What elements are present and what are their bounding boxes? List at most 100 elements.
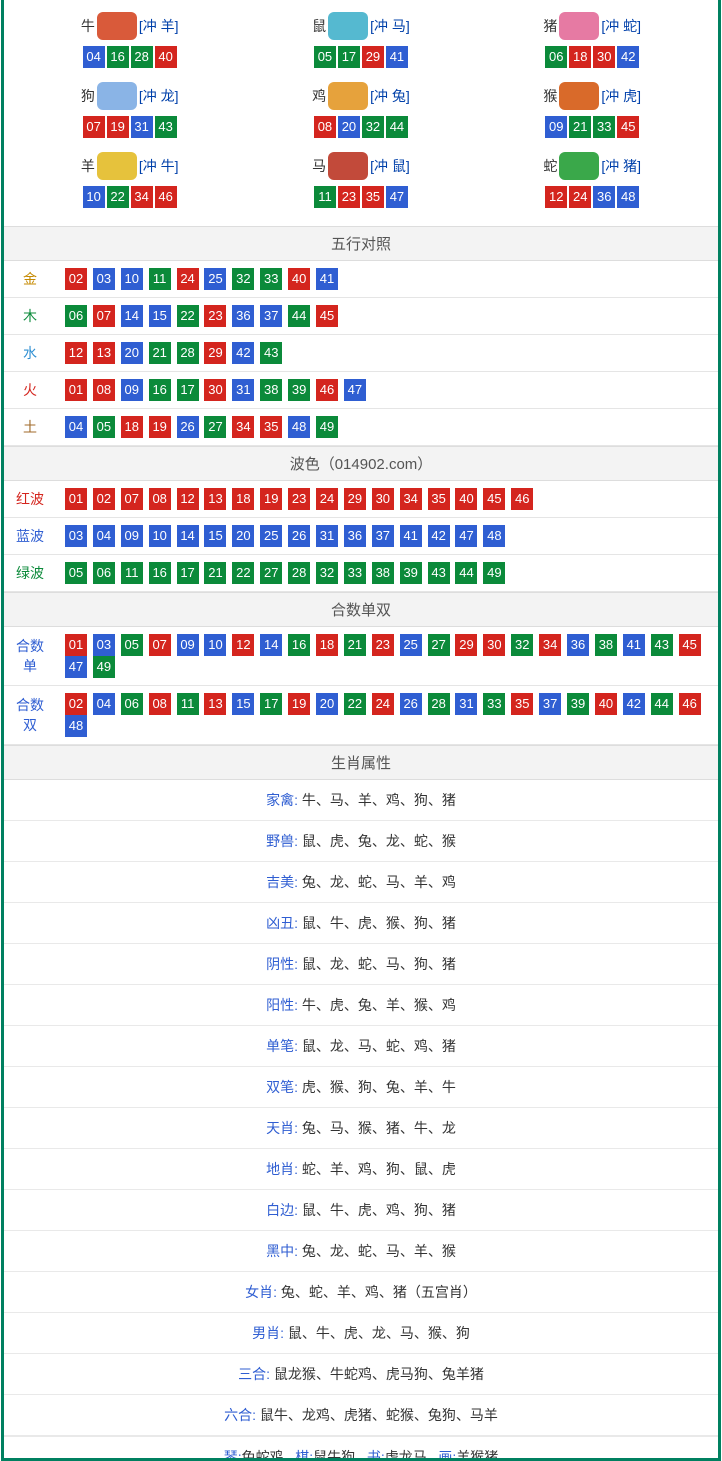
partial-value: 虎龙马	[385, 1449, 427, 1458]
number-47: 47	[386, 186, 408, 208]
number-34: 34	[232, 416, 254, 438]
number-29: 29	[455, 634, 477, 656]
number-15: 15	[232, 693, 254, 715]
bose-table: 红波01 02 07 08 12 13 18 19 23 24 29 30 34…	[4, 481, 718, 592]
number-04: 04	[93, 693, 115, 715]
number-16: 16	[288, 634, 310, 656]
attr-value: 兔、蛇、羊、鸡、猪（五宫肖）	[281, 1284, 477, 1300]
number-34: 34	[131, 186, 153, 208]
number-49: 49	[93, 656, 115, 678]
number-04: 04	[93, 525, 115, 547]
row-numbers: 06 07 14 15 22 23 36 37 44 45	[56, 298, 718, 335]
number-16: 16	[149, 562, 171, 584]
number-02: 02	[65, 693, 87, 715]
attr-value: 鼠、牛、虎、猴、狗、猪	[302, 915, 456, 931]
attr-value: 牛、马、羊、鸡、狗、猪	[302, 792, 456, 808]
number-46: 46	[679, 693, 701, 715]
zodiac-name: 鸡	[312, 86, 326, 106]
attr-label: 吉美:	[266, 874, 298, 890]
number-13: 13	[204, 488, 226, 510]
number-46: 46	[511, 488, 533, 510]
zodiac-conflict: [冲 虎]	[601, 86, 641, 106]
number-22: 22	[107, 186, 129, 208]
number-25: 25	[400, 634, 422, 656]
number-47: 47	[455, 525, 477, 547]
row-label: 金	[4, 261, 56, 298]
number-28: 28	[288, 562, 310, 584]
section-title-heshushuang: 合数单双	[4, 592, 718, 627]
zodiac-icon	[97, 82, 137, 110]
number-11: 11	[149, 268, 171, 290]
number-30: 30	[483, 634, 505, 656]
number-18: 18	[569, 46, 591, 68]
zodiac-name: 狗	[81, 86, 95, 106]
number-16: 16	[107, 46, 129, 68]
number-32: 32	[232, 268, 254, 290]
number-02: 02	[93, 488, 115, 510]
number-35: 35	[428, 488, 450, 510]
zodiac-conflict: [冲 蛇]	[601, 16, 641, 36]
number-34: 34	[539, 634, 561, 656]
attr-row: 三合: 鼠龙猴、牛蛇鸡、虎马狗、兔羊猪	[4, 1354, 718, 1395]
zodiac-name: 猴	[543, 86, 557, 106]
zodiac-icon	[328, 152, 368, 180]
number-14: 14	[260, 634, 282, 656]
zodiac-icon	[97, 152, 137, 180]
zodiac-cell: 羊[冲 牛]10223446	[14, 148, 245, 218]
number-39: 39	[400, 562, 422, 584]
number-08: 08	[314, 116, 336, 138]
zodiac-name: 猪	[543, 16, 557, 36]
number-22: 22	[344, 693, 366, 715]
number-31: 31	[232, 379, 254, 401]
number-31: 31	[455, 693, 477, 715]
attr-row: 阳性: 牛、虎、兔、羊、猴、鸡	[4, 985, 718, 1026]
number-08: 08	[93, 379, 115, 401]
number-21: 21	[344, 634, 366, 656]
number-07: 07	[149, 634, 171, 656]
number-04: 04	[65, 416, 87, 438]
number-19: 19	[260, 488, 282, 510]
number-41: 41	[316, 268, 338, 290]
number-43: 43	[428, 562, 450, 584]
number-20: 20	[316, 693, 338, 715]
attr-label: 双笔:	[266, 1079, 298, 1095]
zodiac-conflict: [冲 牛]	[139, 156, 179, 176]
attr-row: 家禽: 牛、马、羊、鸡、狗、猪	[4, 780, 718, 821]
attr-value: 兔、龙、蛇、马、羊、鸡	[302, 874, 456, 890]
row-numbers: 01 03 05 07 09 10 12 14 16 18 21 23 25 2…	[56, 627, 718, 686]
number-24: 24	[372, 693, 394, 715]
zodiac-cell: 狗[冲 龙]07193143	[14, 78, 245, 148]
wuxing-row: 金02 03 10 11 24 25 32 33 40 41	[4, 261, 718, 298]
number-19: 19	[149, 416, 171, 438]
number-27: 27	[204, 416, 226, 438]
number-03: 03	[93, 634, 115, 656]
zodiac-conflict: [冲 兔]	[370, 86, 410, 106]
number-10: 10	[149, 525, 171, 547]
zodiac-grid: 牛[冲 羊]04162840鼠[冲 马]05172941猪[冲 蛇]061830…	[4, 0, 718, 226]
number-24: 24	[569, 186, 591, 208]
zodiac-cell: 牛[冲 羊]04162840	[14, 8, 245, 78]
number-49: 49	[316, 416, 338, 438]
number-48: 48	[288, 416, 310, 438]
section-title-wuxing: 五行对照	[4, 226, 718, 261]
number-08: 08	[149, 693, 171, 715]
row-numbers: 01 08 09 16 17 30 31 38 39 46 47	[56, 372, 718, 409]
number-09: 09	[121, 525, 143, 547]
number-25: 25	[260, 525, 282, 547]
wuxing-table: 金02 03 10 11 24 25 32 33 40 41木06 07 14 …	[4, 261, 718, 446]
number-21: 21	[204, 562, 226, 584]
number-35: 35	[511, 693, 533, 715]
number-43: 43	[260, 342, 282, 364]
number-45: 45	[679, 634, 701, 656]
zodiac-numbers: 06183042	[477, 46, 708, 68]
number-10: 10	[121, 268, 143, 290]
number-18: 18	[121, 416, 143, 438]
attr-label: 天肖:	[266, 1120, 298, 1136]
number-46: 46	[155, 186, 177, 208]
attr-label: 三合:	[238, 1366, 270, 1382]
zodiac-name: 牛	[81, 16, 95, 36]
attr-label: 黑中:	[266, 1243, 298, 1259]
number-33: 33	[593, 116, 615, 138]
number-43: 43	[651, 634, 673, 656]
number-38: 38	[260, 379, 282, 401]
